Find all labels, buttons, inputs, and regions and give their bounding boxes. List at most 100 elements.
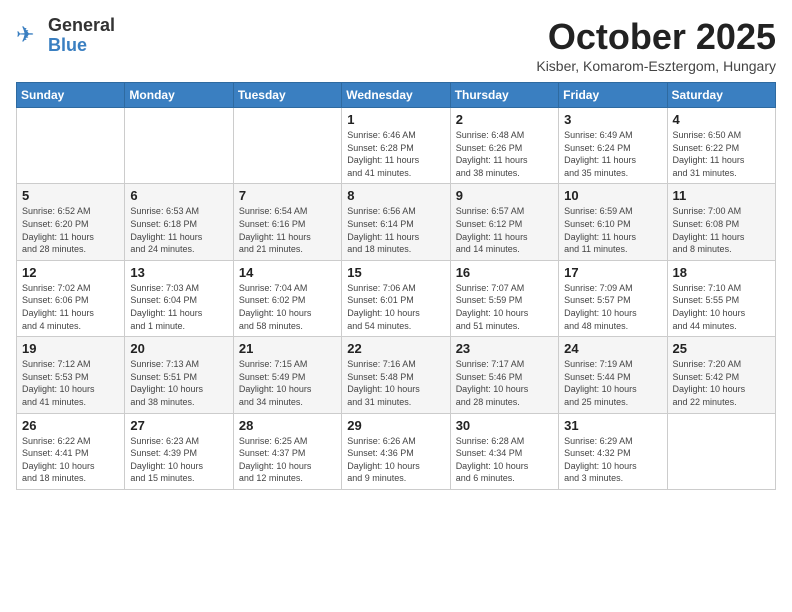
day-info: Sunrise: 7:10 AM Sunset: 5:55 PM Dayligh… <box>673 282 770 332</box>
day-info: Sunrise: 7:20 AM Sunset: 5:42 PM Dayligh… <box>673 358 770 408</box>
day-info: Sunrise: 6:22 AM Sunset: 4:41 PM Dayligh… <box>22 435 119 485</box>
day-info: Sunrise: 6:52 AM Sunset: 6:20 PM Dayligh… <box>22 205 119 255</box>
calendar-cell: 22 Sunrise: 7:16 AM Sunset: 5:48 PM Dayli… <box>342 337 450 413</box>
day-number: 8 <box>347 188 444 203</box>
calendar-cell: 3Sunrise: 6:49 AM Sunset: 6:24 PM Daylig… <box>559 108 667 184</box>
day-number: 5 <box>22 188 119 203</box>
day-info: Sunrise: 7:00 AM Sunset: 6:08 PM Dayligh… <box>673 205 770 255</box>
calendar-cell <box>17 108 125 184</box>
day-number: 1 <box>347 112 444 127</box>
day-info: Sunrise: 6:57 AM Sunset: 6:12 PM Dayligh… <box>456 205 553 255</box>
day-info: Sunrise: 7:12 AM Sunset: 5:53 PM Dayligh… <box>22 358 119 408</box>
title-block: October 2025 Kisber, Komarom-Esztergom, … <box>536 16 776 74</box>
weekday-header-monday: Monday <box>125 83 233 108</box>
calendar-cell: 2Sunrise: 6:48 AM Sunset: 6:26 PM Daylig… <box>450 108 558 184</box>
svg-text:✈: ✈ <box>16 22 34 47</box>
day-info: Sunrise: 6:50 AM Sunset: 6:22 PM Dayligh… <box>673 129 770 179</box>
day-info: Sunrise: 6:29 AM Sunset: 4:32 PM Dayligh… <box>564 435 661 485</box>
weekday-header-row: SundayMondayTuesdayWednesdayThursdayFrid… <box>17 83 776 108</box>
day-info: Sunrise: 7:04 AM Sunset: 6:02 PM Dayligh… <box>239 282 336 332</box>
day-number: 7 <box>239 188 336 203</box>
calendar-cell: 26Sunrise: 6:22 AM Sunset: 4:41 PM Dayli… <box>17 413 125 489</box>
day-number: 30 <box>456 418 553 433</box>
weekday-header-sunday: Sunday <box>17 83 125 108</box>
calendar-week-5: 26Sunrise: 6:22 AM Sunset: 4:41 PM Dayli… <box>17 413 776 489</box>
calendar-cell: 15 Sunrise: 7:06 AM Sunset: 6:01 PM Dayli… <box>342 260 450 336</box>
calendar-week-1: 1Sunrise: 6:46 AM Sunset: 6:28 PM Daylig… <box>17 108 776 184</box>
day-number: 12 <box>22 265 119 280</box>
logo: ✈ General Blue <box>16 16 115 56</box>
calendar-cell: 7Sunrise: 6:54 AM Sunset: 6:16 PM Daylig… <box>233 184 341 260</box>
logo-general-text: General <box>48 16 115 36</box>
day-info: Sunrise: 6:53 AM Sunset: 6:18 PM Dayligh… <box>130 205 227 255</box>
calendar-cell: 25 Sunrise: 7:20 AM Sunset: 5:42 PM Dayli… <box>667 337 775 413</box>
day-number: 13 <box>130 265 227 280</box>
calendar-cell: 10 Sunrise: 6:59 AM Sunset: 6:10 PM Dayli… <box>559 184 667 260</box>
day-info: Sunrise: 7:06 AM Sunset: 6:01 PM Dayligh… <box>347 282 444 332</box>
calendar-cell <box>125 108 233 184</box>
day-number: 15 <box>347 265 444 280</box>
day-number: 14 <box>239 265 336 280</box>
calendar-cell: 18Sunrise: 7:10 AM Sunset: 5:55 PM Dayli… <box>667 260 775 336</box>
day-number: 9 <box>456 188 553 203</box>
calendar-cell: 23 Sunrise: 7:17 AM Sunset: 5:46 PM Dayli… <box>450 337 558 413</box>
day-number: 29 <box>347 418 444 433</box>
weekday-header-wednesday: Wednesday <box>342 83 450 108</box>
calendar-cell: 16Sunrise: 7:07 AM Sunset: 5:59 PM Dayli… <box>450 260 558 336</box>
month-title: October 2025 <box>536 16 776 58</box>
calendar-cell: 21 Sunrise: 7:15 AM Sunset: 5:49 PM Dayli… <box>233 337 341 413</box>
location-subtitle: Kisber, Komarom-Esztergom, Hungary <box>536 58 776 74</box>
calendar-week-2: 5 Sunrise: 6:52 AM Sunset: 6:20 PM Daylig… <box>17 184 776 260</box>
calendar-cell: 13Sunrise: 7:03 AM Sunset: 6:04 PM Dayli… <box>125 260 233 336</box>
calendar-cell: 28 Sunrise: 6:25 AM Sunset: 4:37 PM Dayli… <box>233 413 341 489</box>
day-info: Sunrise: 6:25 AM Sunset: 4:37 PM Dayligh… <box>239 435 336 485</box>
calendar-cell: 8 Sunrise: 6:56 AM Sunset: 6:14 PM Daylig… <box>342 184 450 260</box>
calendar-week-3: 12Sunrise: 7:02 AM Sunset: 6:06 PM Dayli… <box>17 260 776 336</box>
day-number: 10 <box>564 188 661 203</box>
logo-text: General Blue <box>48 16 115 56</box>
calendar-cell: 31 Sunrise: 6:29 AM Sunset: 4:32 PM Dayli… <box>559 413 667 489</box>
calendar-cell: 1Sunrise: 6:46 AM Sunset: 6:28 PM Daylig… <box>342 108 450 184</box>
day-number: 31 <box>564 418 661 433</box>
logo-blue-text: Blue <box>48 36 115 56</box>
day-number: 11 <box>673 188 770 203</box>
day-number: 22 <box>347 341 444 356</box>
calendar-cell: 5 Sunrise: 6:52 AM Sunset: 6:20 PM Daylig… <box>17 184 125 260</box>
day-info: Sunrise: 7:13 AM Sunset: 5:51 PM Dayligh… <box>130 358 227 408</box>
day-info: Sunrise: 7:16 AM Sunset: 5:48 PM Dayligh… <box>347 358 444 408</box>
weekday-header-tuesday: Tuesday <box>233 83 341 108</box>
day-info: Sunrise: 7:17 AM Sunset: 5:46 PM Dayligh… <box>456 358 553 408</box>
day-info: Sunrise: 6:26 AM Sunset: 4:36 PM Dayligh… <box>347 435 444 485</box>
calendar-cell: 30 Sunrise: 6:28 AM Sunset: 4:34 PM Dayli… <box>450 413 558 489</box>
day-number: 24 <box>564 341 661 356</box>
calendar-cell: 12Sunrise: 7:02 AM Sunset: 6:06 PM Dayli… <box>17 260 125 336</box>
day-number: 25 <box>673 341 770 356</box>
weekday-header-friday: Friday <box>559 83 667 108</box>
calendar-cell: 11 Sunrise: 7:00 AM Sunset: 6:08 PM Dayli… <box>667 184 775 260</box>
day-number: 20 <box>130 341 227 356</box>
day-number: 16 <box>456 265 553 280</box>
day-info: Sunrise: 7:09 AM Sunset: 5:57 PM Dayligh… <box>564 282 661 332</box>
day-number: 27 <box>130 418 227 433</box>
day-number: 19 <box>22 341 119 356</box>
calendar-cell: 9 Sunrise: 6:57 AM Sunset: 6:12 PM Daylig… <box>450 184 558 260</box>
day-number: 23 <box>456 341 553 356</box>
day-number: 2 <box>456 112 553 127</box>
calendar-cell <box>233 108 341 184</box>
calendar-week-4: 19 Sunrise: 7:12 AM Sunset: 5:53 PM Dayli… <box>17 337 776 413</box>
day-info: Sunrise: 6:49 AM Sunset: 6:24 PM Dayligh… <box>564 129 661 179</box>
calendar-cell: 27Sunrise: 6:23 AM Sunset: 4:39 PM Dayli… <box>125 413 233 489</box>
day-number: 28 <box>239 418 336 433</box>
day-number: 4 <box>673 112 770 127</box>
calendar-cell: 17Sunrise: 7:09 AM Sunset: 5:57 PM Dayli… <box>559 260 667 336</box>
day-info: Sunrise: 7:15 AM Sunset: 5:49 PM Dayligh… <box>239 358 336 408</box>
logo-icon: ✈ <box>16 22 44 50</box>
weekday-header-saturday: Saturday <box>667 83 775 108</box>
calendar-cell: 6Sunrise: 6:53 AM Sunset: 6:18 PM Daylig… <box>125 184 233 260</box>
calendar-cell: 14 Sunrise: 7:04 AM Sunset: 6:02 PM Dayli… <box>233 260 341 336</box>
day-info: Sunrise: 6:56 AM Sunset: 6:14 PM Dayligh… <box>347 205 444 255</box>
calendar-cell: 20 Sunrise: 7:13 AM Sunset: 5:51 PM Dayli… <box>125 337 233 413</box>
day-info: Sunrise: 6:28 AM Sunset: 4:34 PM Dayligh… <box>456 435 553 485</box>
day-number: 21 <box>239 341 336 356</box>
day-info: Sunrise: 6:59 AM Sunset: 6:10 PM Dayligh… <box>564 205 661 255</box>
